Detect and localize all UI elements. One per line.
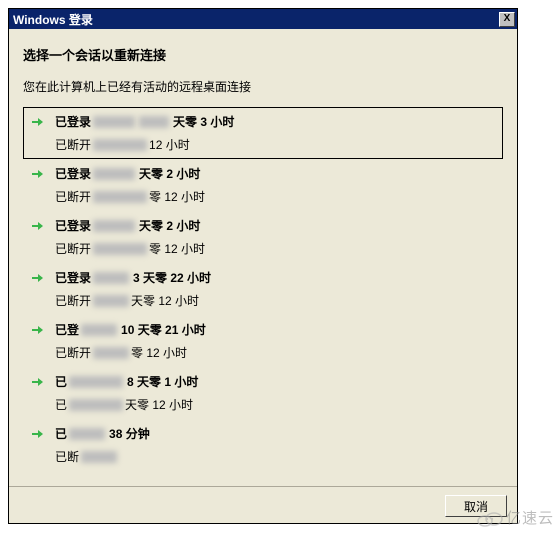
arrow-right-icon	[29, 270, 45, 286]
redacted	[93, 295, 129, 307]
idle-time: 12 小时	[149, 136, 190, 153]
disconnect-label: 已断开	[55, 344, 91, 361]
duration: 38 分钟	[109, 425, 150, 442]
redacted	[69, 376, 123, 388]
arrow-right-icon	[29, 218, 45, 234]
redacted	[93, 243, 147, 255]
redacted	[69, 399, 123, 411]
session-list: 已登录 天零 3 小时 已断开 12 小时 已登录	[23, 107, 503, 478]
redacted	[81, 324, 117, 336]
session-item[interactable]: 已登录 天零 2 小时 已断开 零 12 小时	[23, 211, 503, 263]
dialog-footer: 取消	[9, 486, 517, 523]
session-item[interactable]: 已登录 天零 2 小时 已断开 零 12 小时	[23, 159, 503, 211]
session-item[interactable]: 已 38 分钟 已断	[23, 419, 503, 471]
subtext: 您在此计算机上已经有活动的远程桌面连接	[23, 78, 503, 95]
arrow-right-icon	[29, 166, 45, 182]
duration: 天零 2 小时	[139, 165, 200, 182]
redacted	[93, 139, 147, 151]
login-label: 已登录	[55, 217, 91, 234]
arrow-right-icon	[29, 322, 45, 338]
idle-time: 天零 12 小时	[131, 292, 199, 309]
arrow-right-icon	[29, 374, 45, 390]
duration: 3 天零 22 小时	[133, 269, 211, 286]
windows-logon-dialog: Windows 登录 X 选择一个会话以重新连接 您在此计算机上已经有活动的远程…	[8, 8, 518, 524]
idle-time: 零 12 小时	[149, 240, 205, 257]
login-label: 已登录	[55, 113, 91, 130]
idle-time: 零 12 小时	[131, 344, 187, 361]
session-item[interactable]: 已 8 天零 1 小时 已 天零 12 小时	[23, 367, 503, 419]
redacted	[93, 220, 135, 232]
disconnect-label: 已断	[55, 448, 79, 465]
arrow-right-icon	[29, 114, 45, 130]
redacted	[93, 347, 129, 359]
login-label: 已登录	[55, 269, 91, 286]
duration: 天零 3 小时	[173, 113, 234, 130]
login-label: 已	[55, 425, 67, 442]
redacted	[69, 428, 105, 440]
session-item[interactable]: 已登录 3 天零 22 小时 已断开 天零 12 小时	[23, 263, 503, 315]
watermark: 亿速云	[474, 507, 554, 528]
duration: 天零 2 小时	[139, 217, 200, 234]
disconnect-label: 已	[55, 396, 67, 413]
arrow-right-icon	[29, 426, 45, 442]
session-item[interactable]: 已登录 天零 3 小时 已断开 12 小时	[23, 107, 503, 159]
titlebar-title: Windows 登录	[13, 11, 499, 28]
redacted	[93, 191, 147, 203]
redacted	[93, 168, 135, 180]
idle-time: 零 12 小时	[149, 188, 205, 205]
disconnect-label: 已断开	[55, 188, 91, 205]
login-label: 已登录	[55, 165, 91, 182]
watermark-text: 亿速云	[506, 507, 554, 528]
duration: 8 天零 1 小时	[127, 373, 198, 390]
disconnect-label: 已断开	[55, 292, 91, 309]
redacted	[139, 116, 169, 128]
dialog-content: 选择一个会话以重新连接 您在此计算机上已经有活动的远程桌面连接 已登录 天零 3…	[9, 29, 517, 486]
cloud-icon	[474, 508, 504, 528]
duration: 10 天零 21 小时	[121, 321, 206, 338]
redacted	[93, 116, 135, 128]
heading: 选择一个会话以重新连接	[23, 45, 503, 64]
disconnect-label: 已断开	[55, 240, 91, 257]
redacted	[81, 451, 117, 463]
disconnect-label: 已断开	[55, 136, 91, 153]
titlebar: Windows 登录 X	[9, 9, 517, 29]
login-label: 已	[55, 373, 67, 390]
session-item[interactable]: 已登 10 天零 21 小时 已断开 零 12 小时	[23, 315, 503, 367]
idle-time: 天零 12 小时	[125, 396, 193, 413]
redacted	[93, 272, 129, 284]
login-label: 已登	[55, 321, 79, 338]
close-icon[interactable]: X	[499, 12, 515, 27]
